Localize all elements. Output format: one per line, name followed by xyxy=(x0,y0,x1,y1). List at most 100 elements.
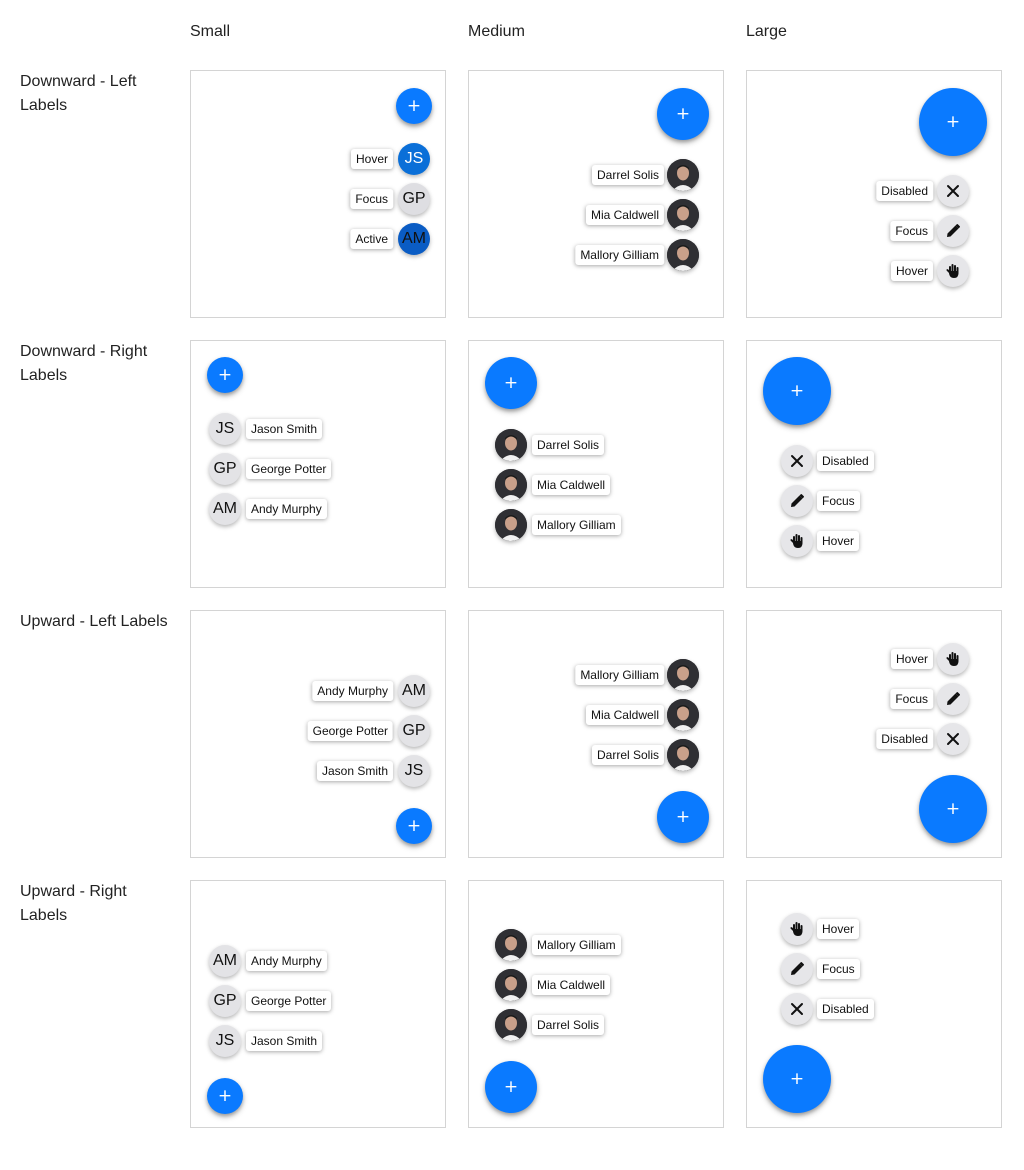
action-tooltip: Mia Caldwell xyxy=(585,705,664,725)
action-tooltip: Jason Smith xyxy=(246,1031,323,1051)
action-tooltip: Focus xyxy=(817,959,860,979)
plus-icon: + xyxy=(503,372,519,393)
action-tooltip: Mia Caldwell xyxy=(585,205,664,225)
demo-cell-downward-left-medium: + Darrel Solis Mia Caldwell Mallory Gill… xyxy=(468,70,724,318)
speed-dial-fab[interactable]: + xyxy=(207,1078,243,1114)
avatar-photo[interactable] xyxy=(667,699,699,731)
action-tooltip: Focus xyxy=(890,221,933,241)
pencil-icon[interactable] xyxy=(781,953,813,985)
demo-cell-upward-right-large: Hover Focus Disabled + xyxy=(746,880,1002,1128)
avatar-photo[interactable] xyxy=(495,469,527,501)
hand-icon[interactable] xyxy=(781,525,813,557)
action-tooltip: Mia Caldwell xyxy=(532,975,611,995)
plus-icon: + xyxy=(503,1076,519,1097)
pencil-icon[interactable] xyxy=(781,485,813,517)
speed-dial-action-initials[interactable]: JS xyxy=(398,143,430,175)
action-tooltip: Darrel Solis xyxy=(532,435,605,455)
action-tooltip: Andy Murphy xyxy=(312,681,393,701)
demo-cell-downward-right-large: + Disabled Focus Hover xyxy=(746,340,1002,588)
demo-cell-upward-right-small: AM Andy Murphy GP George Potter JS Jason… xyxy=(190,880,446,1128)
speed-dial-action-initials[interactable]: AM xyxy=(209,945,241,977)
avatar-photo[interactable] xyxy=(667,739,699,771)
speed-dial-fab[interactable]: + xyxy=(657,791,709,843)
speed-dial-action-initials[interactable]: GP xyxy=(209,985,241,1017)
speed-dial-action-initials[interactable]: AM xyxy=(398,223,430,255)
avatar-photo[interactable] xyxy=(495,1009,527,1041)
speed-dial-action-initials[interactable]: GP xyxy=(209,453,241,485)
column-header-medium: Medium xyxy=(468,23,525,40)
plus-icon: + xyxy=(945,111,961,132)
avatar-photo[interactable] xyxy=(495,509,527,541)
speed-dial-fab[interactable]: + xyxy=(396,88,432,124)
action-tooltip: Disabled xyxy=(817,451,874,471)
action-tooltip: Focus xyxy=(350,189,393,209)
demo-cell-upward-left-large: Hover Focus Disabled + xyxy=(746,610,1002,858)
demo-cell-downward-right-small: + JS Jason Smith GP George Potter AM And… xyxy=(190,340,446,588)
avatar-photo[interactable] xyxy=(667,199,699,231)
speed-dial-fab[interactable]: + xyxy=(919,775,987,843)
action-tooltip: Mallory Gilliam xyxy=(532,515,621,535)
action-tooltip: George Potter xyxy=(246,459,332,479)
action-tooltip: Mallory Gilliam xyxy=(575,245,664,265)
column-header-small: Small xyxy=(190,23,231,40)
row-header-upward-right: Upward - Right Labels xyxy=(20,883,127,924)
action-tooltip: Mia Caldwell xyxy=(532,475,611,495)
action-tooltip: Mallory Gilliam xyxy=(532,935,621,955)
action-tooltip: Darrel Solis xyxy=(591,165,664,185)
avatar-photo[interactable] xyxy=(495,929,527,961)
pencil-icon[interactable] xyxy=(937,215,969,247)
avatar-photo[interactable] xyxy=(495,429,527,461)
avatar-photo[interactable] xyxy=(667,159,699,191)
plus-icon: + xyxy=(217,1085,233,1106)
row-header-downward-right: Downward - Right Labels xyxy=(20,343,148,384)
avatar-photo[interactable] xyxy=(667,659,699,691)
action-tooltip: Mallory Gilliam xyxy=(575,665,664,685)
action-tooltip: George Potter xyxy=(307,721,393,741)
close-icon[interactable] xyxy=(781,993,813,1025)
plus-icon: + xyxy=(675,103,691,124)
speed-dial-action-initials[interactable]: GP xyxy=(398,715,430,747)
demo-cell-upward-left-medium: Mallory Gilliam Mia Caldwell Darrel Soli… xyxy=(468,610,724,858)
speed-dial-action-initials[interactable]: AM xyxy=(398,675,430,707)
avatar-photo[interactable] xyxy=(495,969,527,1001)
action-tooltip: Jason Smith xyxy=(316,761,393,781)
action-tooltip: Andy Murphy xyxy=(246,499,327,519)
avatar-photo[interactable] xyxy=(667,239,699,271)
action-tooltip: Disabled xyxy=(876,729,933,749)
speed-dial-action-initials[interactable]: JS xyxy=(398,755,430,787)
demo-cell-upward-right-medium: Mallory Gilliam Mia Caldwell Darrel Soli… xyxy=(468,880,724,1128)
plus-icon: + xyxy=(406,815,422,836)
action-tooltip: Hover xyxy=(817,531,860,551)
hand-icon[interactable] xyxy=(937,255,969,287)
action-tooltip: Disabled xyxy=(817,999,874,1019)
speed-dial-action-initials[interactable]: AM xyxy=(209,493,241,525)
speed-dial-action-initials[interactable]: GP xyxy=(398,183,430,215)
close-icon[interactable] xyxy=(937,723,969,755)
action-tooltip: Focus xyxy=(817,491,860,511)
action-tooltip: Hover xyxy=(817,919,860,939)
plus-icon: + xyxy=(675,806,691,827)
speed-dial-fab[interactable]: + xyxy=(207,357,243,393)
action-tooltip: Disabled xyxy=(876,181,933,201)
action-tooltip: Darrel Solis xyxy=(591,745,664,765)
close-icon[interactable] xyxy=(937,175,969,207)
speed-dial-fab[interactable]: + xyxy=(485,357,537,409)
hand-icon[interactable] xyxy=(937,643,969,675)
speed-dial-fab[interactable]: + xyxy=(657,88,709,140)
action-tooltip: Darrel Solis xyxy=(532,1015,605,1035)
speed-dial-fab[interactable]: + xyxy=(485,1061,537,1113)
action-tooltip: Hover xyxy=(890,649,933,669)
row-header-downward-left: Downward - Left Labels xyxy=(20,73,137,114)
speed-dial-fab[interactable]: + xyxy=(763,357,831,425)
speed-dial-fab[interactable]: + xyxy=(919,88,987,156)
close-icon[interactable] xyxy=(781,445,813,477)
pencil-icon[interactable] xyxy=(937,683,969,715)
speed-dial-fab[interactable]: + xyxy=(396,808,432,844)
speed-dial-action-initials[interactable]: JS xyxy=(209,1025,241,1057)
demo-cell-downward-right-medium: + Darrel Solis Mia Caldwell Mallory Gill… xyxy=(468,340,724,588)
demo-cell-upward-left-small: Andy Murphy AM George Potter GP Jason Sm… xyxy=(190,610,446,858)
action-tooltip: Jason Smith xyxy=(246,419,323,439)
speed-dial-fab[interactable]: + xyxy=(763,1045,831,1113)
speed-dial-action-initials[interactable]: JS xyxy=(209,413,241,445)
hand-icon[interactable] xyxy=(781,913,813,945)
